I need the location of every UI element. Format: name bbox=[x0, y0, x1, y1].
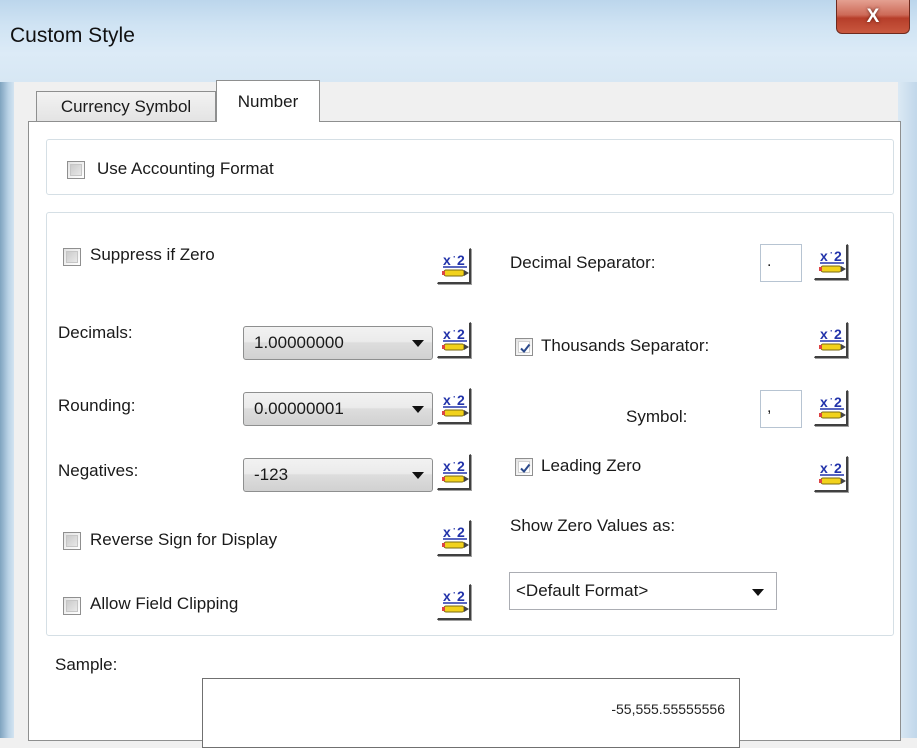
tab-currency-symbol[interactable]: Currency Symbol bbox=[36, 91, 216, 122]
svg-text:x: x bbox=[443, 392, 451, 408]
formula-icon: x · 2 bbox=[442, 458, 469, 483]
svg-text:x: x bbox=[443, 326, 451, 342]
formula-button-decimals[interactable]: x · 2 bbox=[437, 322, 471, 358]
reverse-sign-label: Reverse Sign for Display bbox=[90, 530, 278, 549]
checkmark-icon bbox=[520, 463, 531, 474]
formula-icon: x · 2 bbox=[819, 394, 846, 419]
suppress-zero-checkbox[interactable] bbox=[63, 248, 81, 266]
svg-text:2: 2 bbox=[834, 394, 842, 410]
decimals-select[interactable]: 1.00000000 bbox=[243, 326, 433, 360]
formula-button-reverse-sign[interactable]: x · 2 bbox=[437, 520, 471, 556]
formula-button-allow-clipping[interactable]: x · 2 bbox=[437, 584, 471, 620]
svg-text:x: x bbox=[443, 458, 451, 474]
svg-text:·: · bbox=[453, 588, 456, 598]
svg-text:2: 2 bbox=[834, 248, 842, 264]
decimals-value: 1.00000000 bbox=[254, 333, 344, 352]
svg-text:2: 2 bbox=[834, 460, 842, 476]
svg-text:2: 2 bbox=[457, 392, 465, 408]
checkmark-icon bbox=[520, 343, 531, 354]
thousands-separator-label: Thousands Separator: bbox=[541, 336, 710, 355]
title-bar bbox=[0, 0, 917, 82]
window-frame-left bbox=[0, 82, 14, 738]
svg-text:2: 2 bbox=[834, 326, 842, 342]
formula-button-decimal-separator[interactable]: x · 2 bbox=[814, 244, 848, 280]
leading-zero-checkbox[interactable] bbox=[515, 458, 533, 476]
formula-button-thousands-separator[interactable]: x · 2 bbox=[814, 322, 848, 358]
formula-icon: x · 2 bbox=[442, 524, 469, 549]
symbol-input[interactable]: , bbox=[760, 390, 802, 428]
rounding-label: Rounding: bbox=[58, 396, 136, 415]
formula-button-negatives[interactable]: x · 2 bbox=[437, 454, 471, 490]
chevron-down-icon bbox=[412, 472, 424, 479]
svg-text:·: · bbox=[830, 248, 833, 258]
svg-text:2: 2 bbox=[457, 252, 465, 268]
sample-label: Sample: bbox=[55, 655, 118, 674]
window-title: Custom Style bbox=[10, 24, 135, 47]
formula-icon: x · 2 bbox=[442, 392, 469, 417]
tab-number[interactable]: Number bbox=[216, 80, 320, 122]
svg-text:x: x bbox=[820, 460, 828, 476]
chevron-down-icon bbox=[412, 406, 424, 413]
show-zero-label: Show Zero Values as: bbox=[510, 516, 676, 535]
svg-text:·: · bbox=[453, 458, 456, 468]
formula-icon: x · 2 bbox=[819, 326, 846, 351]
svg-text:2: 2 bbox=[457, 458, 465, 474]
use-accounting-checkbox[interactable] bbox=[67, 161, 85, 179]
negatives-label: Negatives: bbox=[58, 461, 139, 480]
svg-text:·: · bbox=[453, 524, 456, 534]
svg-text:·: · bbox=[453, 392, 456, 402]
formula-icon: x · 2 bbox=[442, 588, 469, 613]
show-zero-select[interactable]: <Default Format> bbox=[509, 572, 777, 610]
svg-text:x: x bbox=[443, 588, 451, 604]
svg-text:x: x bbox=[443, 524, 451, 540]
rounding-select[interactable]: 0.00000001 bbox=[243, 392, 433, 426]
reverse-sign-checkbox[interactable] bbox=[63, 532, 81, 550]
decimal-separator-input[interactable]: . bbox=[760, 244, 802, 282]
formula-icon: x · 2 bbox=[819, 460, 846, 485]
formula-icon: x · 2 bbox=[442, 326, 469, 351]
svg-text:2: 2 bbox=[457, 326, 465, 342]
svg-text:x: x bbox=[820, 248, 828, 264]
formula-button-suppress-zero[interactable]: x · 2 bbox=[437, 248, 471, 284]
svg-text:·: · bbox=[453, 326, 456, 336]
formula-icon: x · 2 bbox=[819, 248, 846, 273]
close-icon: X bbox=[866, 5, 880, 27]
svg-text:·: · bbox=[830, 326, 833, 336]
svg-text:x: x bbox=[820, 326, 828, 342]
svg-text:·: · bbox=[830, 394, 833, 404]
decimals-label: Decimals: bbox=[58, 323, 133, 342]
use-accounting-label: Use Accounting Format bbox=[97, 159, 274, 178]
negatives-select[interactable]: -123 bbox=[243, 458, 433, 492]
chevron-down-icon bbox=[752, 589, 764, 596]
svg-text:x: x bbox=[443, 252, 451, 268]
formula-button-leading-zero[interactable]: x · 2 bbox=[814, 456, 848, 492]
formula-icon: x · 2 bbox=[442, 252, 469, 277]
chevron-down-icon bbox=[412, 340, 424, 347]
close-button[interactable]: X bbox=[836, 0, 910, 34]
allow-clipping-checkbox[interactable] bbox=[63, 597, 81, 615]
leading-zero-label: Leading Zero bbox=[541, 456, 642, 475]
formula-button-symbol[interactable]: x · 2 bbox=[814, 390, 848, 426]
decimal-separator-label: Decimal Separator: bbox=[510, 253, 656, 272]
show-zero-value: <Default Format> bbox=[516, 581, 649, 600]
svg-text:2: 2 bbox=[457, 524, 465, 540]
symbol-label: Symbol: bbox=[626, 407, 688, 426]
svg-text:·: · bbox=[453, 252, 456, 262]
formula-button-rounding[interactable]: x · 2 bbox=[437, 388, 471, 424]
svg-text:2: 2 bbox=[457, 588, 465, 604]
allow-clipping-label: Allow Field Clipping bbox=[90, 594, 239, 613]
sample-value: -55,555.55555556 bbox=[611, 701, 725, 717]
svg-text:·: · bbox=[830, 460, 833, 470]
negatives-value: -123 bbox=[254, 465, 289, 484]
suppress-zero-label: Suppress if Zero bbox=[90, 245, 215, 264]
thousands-separator-checkbox[interactable] bbox=[515, 338, 533, 356]
rounding-value: 0.00000001 bbox=[254, 399, 344, 418]
svg-text:x: x bbox=[820, 394, 828, 410]
